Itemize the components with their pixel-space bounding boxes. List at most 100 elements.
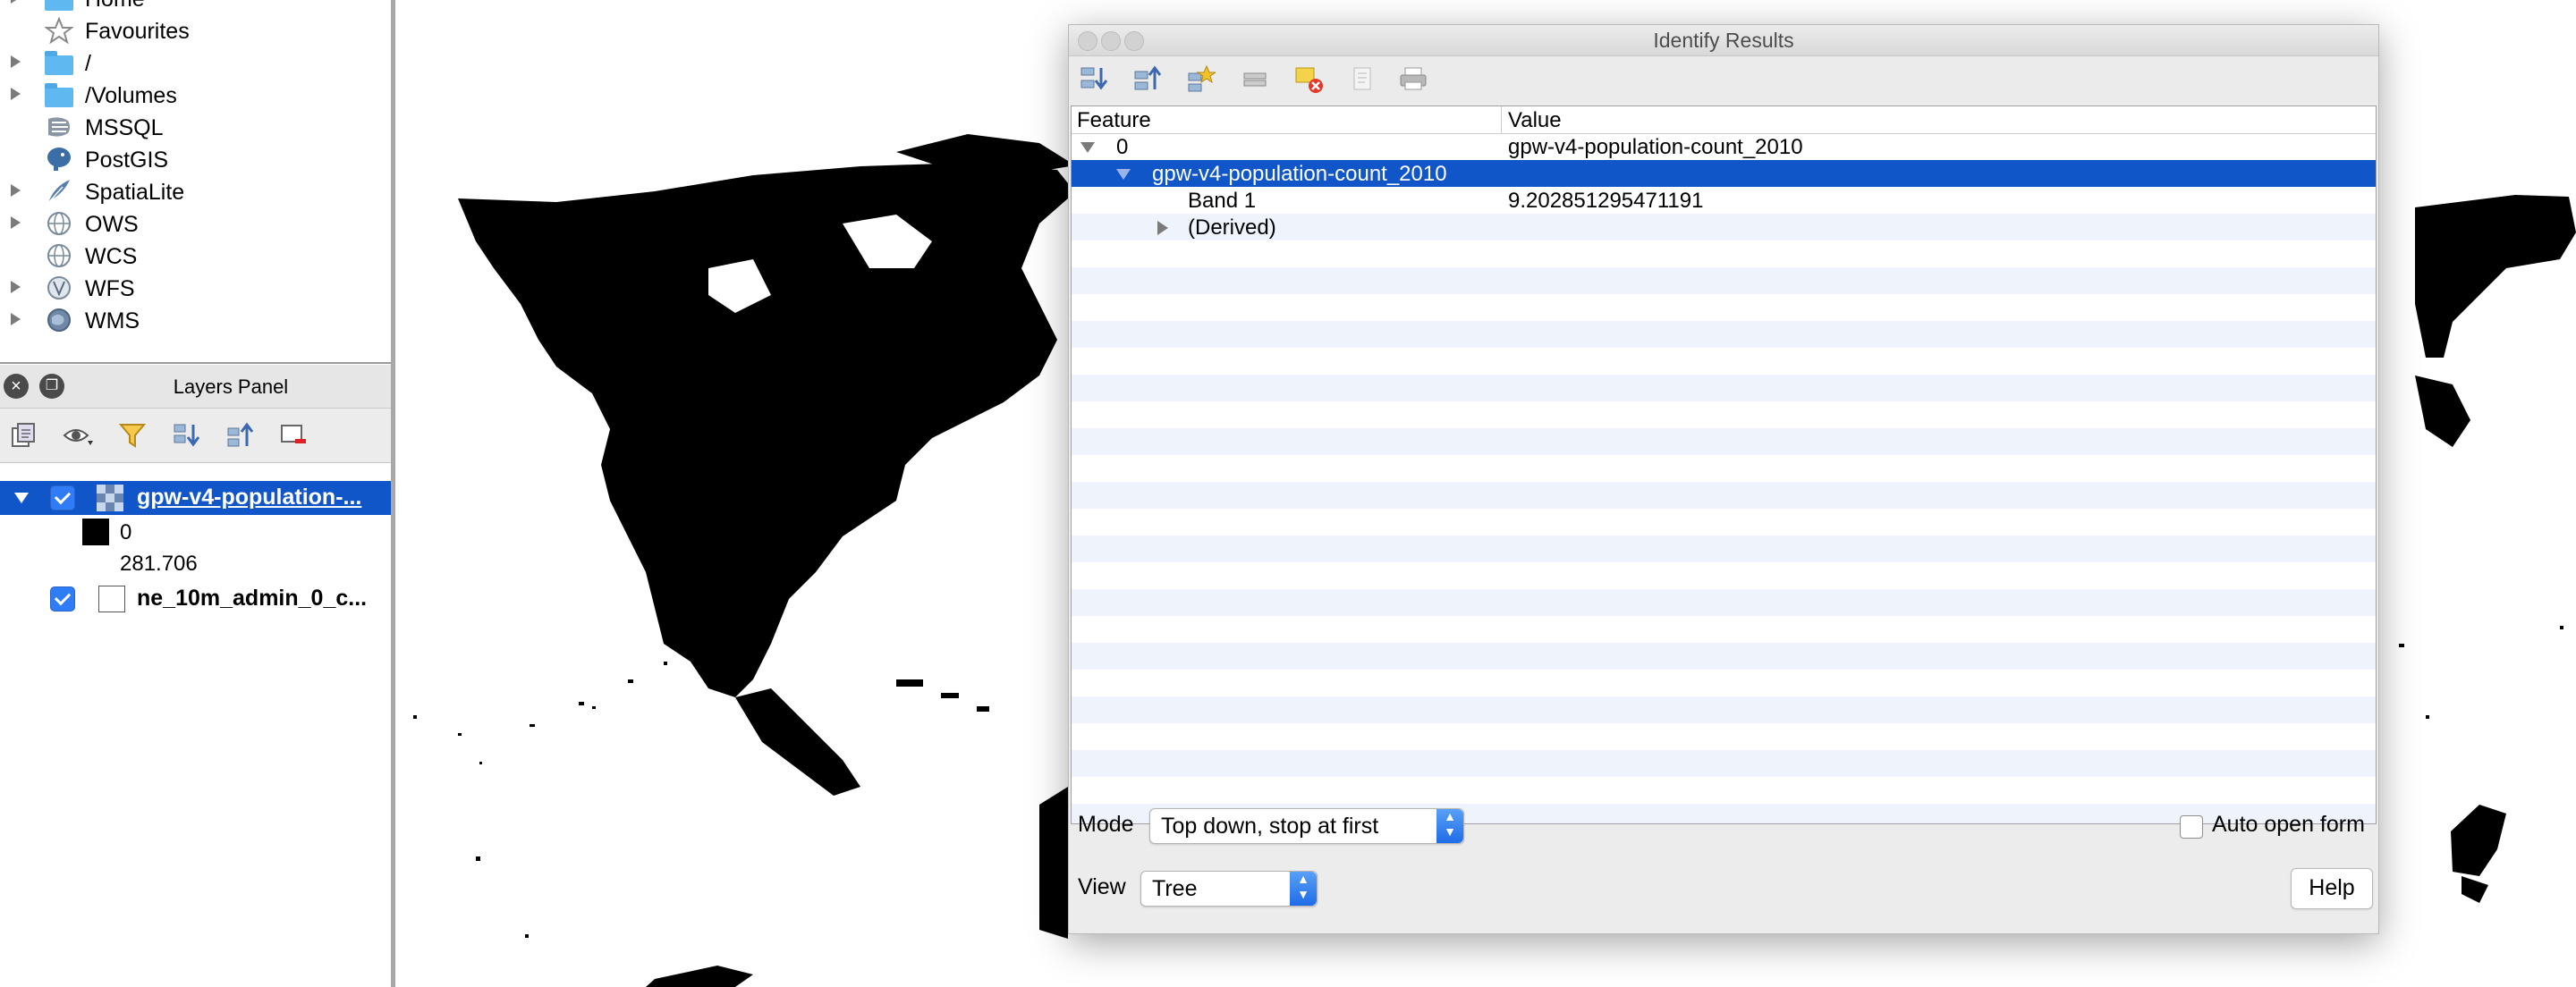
empty-row	[1072, 482, 2376, 509]
empty-row	[1072, 455, 2376, 482]
results-table-header: Feature Value	[1072, 106, 2376, 134]
expand-arrow-icon[interactable]	[11, 216, 21, 229]
browser-item-label: WCS	[85, 244, 138, 269]
result-row-feature-0[interactable]: 0 gpw-v4-population-count_2010	[1072, 133, 2376, 160]
expand-arrow-icon[interactable]	[11, 313, 21, 325]
collapse-tree-icon[interactable]	[1133, 64, 1162, 93]
view-select-value: Tree	[1152, 876, 1198, 901]
value-cell: gpw-v4-population-count_2010	[1508, 135, 1803, 159]
print-icon[interactable]	[1398, 64, 1427, 93]
expand-arrow-icon[interactable]	[11, 281, 21, 293]
column-header-feature[interactable]: Feature	[1077, 108, 1151, 133]
clear-results-icon[interactable]	[1294, 64, 1323, 93]
manage-visibility-eye-icon[interactable]	[63, 421, 93, 450]
remove-layer-icon[interactable]	[279, 421, 308, 450]
expand-arrow-icon[interactable]	[11, 88, 21, 100]
browser-item-ows[interactable]: OWS	[0, 207, 391, 240]
mode-select[interactable]: Top down, stop at first ▲ ▼	[1149, 808, 1464, 844]
expand-arrow-icon[interactable]	[1157, 221, 1168, 235]
expand-new-results-icon[interactable]	[1187, 64, 1217, 93]
expand-arrow-icon[interactable]	[11, 0, 21, 4]
dialog-titlebar[interactable]: Identify Results	[1069, 25, 2378, 56]
auto-open-form-checkbox[interactable]	[2180, 815, 2203, 839]
browser-item-label: WFS	[85, 276, 135, 301]
identify-results-dialog: Identify Results Feature Value 0 gpw-v4-…	[1068, 24, 2379, 934]
layers-panel-title: Layers Panel	[173, 375, 289, 398]
identify-results-tree[interactable]: Feature Value 0 gpw-v4-population-count_…	[1071, 105, 2377, 824]
raster-layer-icon	[97, 485, 123, 511]
empty-row	[1072, 589, 2376, 616]
browser-item-volumes[interactable]: /Volumes	[0, 79, 391, 111]
feature-cell: gpw-v4-population-count_2010	[1152, 162, 1447, 186]
collapse-arrow-icon[interactable]	[1116, 169, 1131, 180]
browser-item-wfs[interactable]: WFS	[0, 272, 391, 304]
expand-all-icon[interactable]	[172, 421, 200, 450]
mode-select-value: Top down, stop at first	[1161, 814, 1379, 839]
open-layer-styling-icon[interactable]	[9, 421, 38, 450]
view-label: View	[1078, 874, 1126, 899]
layers-panel-header: × ❐ Layers Panel	[0, 365, 391, 409]
browser-item-label: /Volumes	[85, 83, 177, 108]
folder-icon	[45, 81, 75, 108]
browser-item-home[interactable]: Home	[0, 0, 391, 14]
globe-icon	[45, 242, 75, 269]
folder-icon	[45, 0, 75, 12]
legend-max-label: 281.706	[120, 552, 198, 576]
browser-item-label: OWS	[85, 212, 139, 237]
left-panel: Home Favourites / /Volumes MSSQL	[0, 0, 395, 987]
collapse-arrow-icon[interactable]	[1080, 142, 1095, 153]
browser-item-favourites[interactable]: Favourites	[0, 14, 391, 46]
select-features-icon[interactable]	[1241, 64, 1269, 93]
filter-legend-icon[interactable]	[118, 421, 147, 450]
expand-arrow-icon[interactable]	[11, 55, 21, 68]
result-row-band-1[interactable]: Band 1 9.202851295471191	[1072, 187, 2376, 214]
layers-toolbar	[0, 409, 391, 463]
auto-open-form-label: Auto open form	[2212, 812, 2365, 837]
layer-name[interactable]: gpw-v4-population-...	[137, 485, 361, 510]
result-row-derived[interactable]: (Derived)	[1072, 214, 2376, 240]
browser-item-label: Home	[85, 0, 145, 13]
browser-item-spatialite[interactable]: SpatiaLite	[0, 175, 391, 207]
layers-list: gpw-v4-population-... 0 281.706 ne_10m_a…	[0, 463, 391, 987]
browser-item-wcs[interactable]: WCS	[0, 240, 391, 272]
expand-arrow-icon[interactable]	[11, 184, 21, 197]
layer-visibility-checkbox[interactable]	[50, 485, 75, 510]
empty-row	[1072, 616, 2376, 643]
collapse-all-icon[interactable]	[225, 421, 254, 450]
browser-item-label: SpatiaLite	[85, 180, 185, 205]
browser-item-wms[interactable]: WMS	[0, 304, 391, 336]
browser-item-postgis[interactable]: PostGIS	[0, 143, 391, 175]
empty-row	[1072, 294, 2376, 321]
view-select[interactable]: Tree ▲ ▼	[1140, 871, 1318, 907]
select-stepper-icon: ▲ ▼	[1436, 809, 1463, 843]
result-row-layer[interactable]: gpw-v4-population-count_2010	[1072, 160, 2376, 187]
column-divider[interactable]	[1501, 106, 1502, 133]
layer-row-gpw[interactable]: gpw-v4-population-...	[0, 481, 391, 515]
column-header-value[interactable]: Value	[1508, 108, 1562, 133]
wfs-globe-icon	[45, 274, 75, 301]
layer-name[interactable]: ne_10m_admin_0_c...	[137, 586, 367, 612]
empty-row	[1072, 375, 2376, 401]
browser-item-label: WMS	[85, 308, 140, 333]
layer-visibility-checkbox[interactable]	[50, 586, 75, 612]
browser-item-label: Favourites	[85, 19, 190, 44]
expand-tree-icon[interactable]	[1080, 64, 1108, 93]
empty-row	[1072, 750, 2376, 777]
browser-item-label: PostGIS	[85, 148, 169, 173]
empty-row	[1072, 536, 2376, 562]
help-button[interactable]: Help	[2291, 868, 2373, 909]
collapse-arrow-icon[interactable]	[14, 493, 29, 503]
feature-cell: 0	[1116, 135, 1129, 159]
empty-row	[1072, 428, 2376, 455]
empty-row	[1072, 240, 2376, 267]
empty-row	[1072, 401, 2376, 428]
empty-row	[1072, 670, 2376, 696]
browser-item-root[interactable]: /	[0, 46, 391, 79]
empty-row	[1072, 562, 2376, 589]
browser-item-mssql[interactable]: MSSQL	[0, 111, 391, 143]
vector-layer-swatch-icon	[98, 586, 125, 612]
empty-row	[1072, 348, 2376, 375]
copy-feature-icon	[1348, 64, 1377, 93]
browser-item-label: /	[85, 51, 91, 76]
empty-row	[1072, 509, 2376, 536]
